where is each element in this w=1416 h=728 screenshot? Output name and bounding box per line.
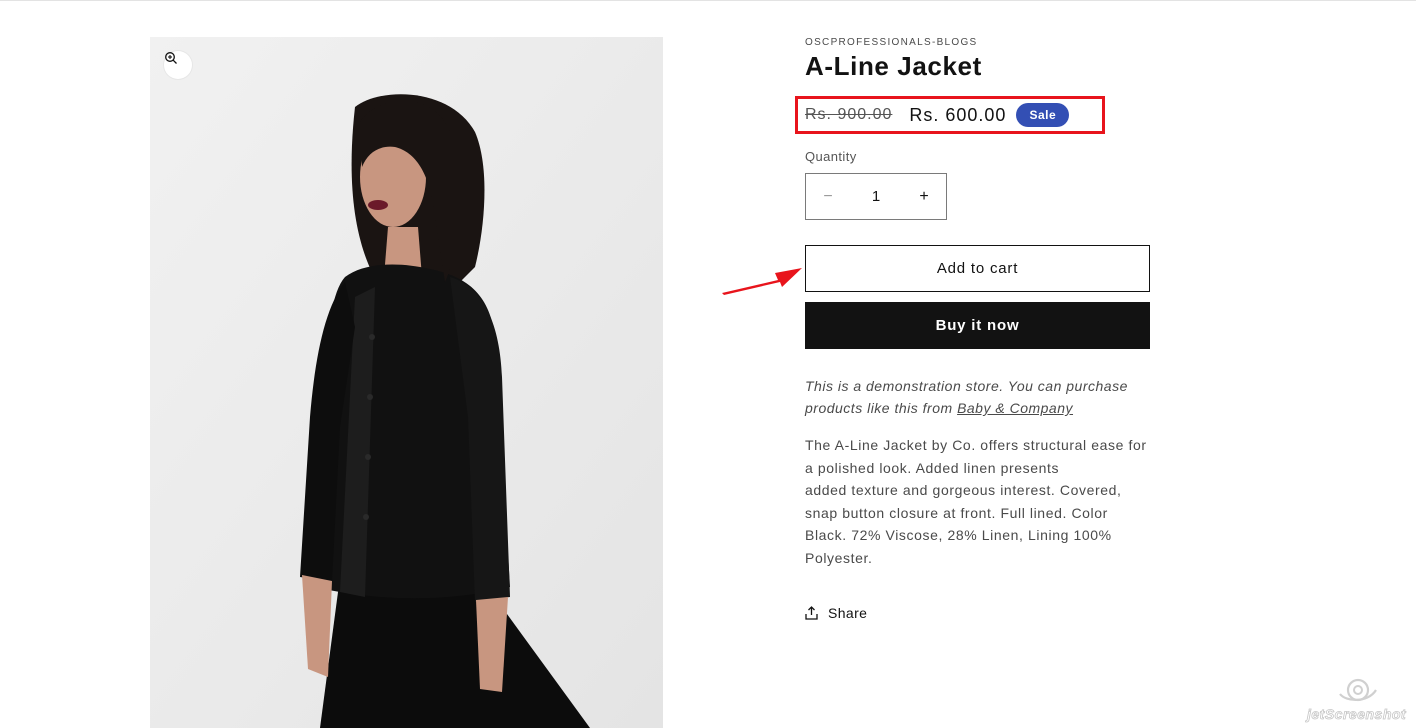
quantity-decrease-button[interactable]: −: [806, 174, 850, 219]
description-line: Black. 72% Viscose, 28% Linen, Lining 10…: [805, 527, 1112, 543]
product-title: A-Line Jacket: [805, 51, 982, 81]
description-line: Polyester.: [805, 549, 873, 566]
baby-company-link[interactable]: Baby & Company: [957, 400, 1073, 416]
quantity-increase-button[interactable]: +: [902, 174, 946, 219]
description-line: The A-Line Jacket by Co. offers structur…: [805, 437, 1147, 453]
price-highlight-box: [795, 96, 1105, 134]
quantity-stepper: − +: [805, 173, 947, 220]
product-description: The A-Line Jacket by Co. offers structur…: [805, 434, 1150, 569]
quantity-label: Quantity: [805, 149, 857, 164]
share-label: Share: [828, 605, 868, 621]
demo-store-note: This is a demonstration store. You can p…: [805, 375, 1150, 419]
zoom-in-icon: [165, 52, 177, 64]
zoom-button[interactable]: [164, 51, 192, 79]
description-line: snap button closure at front. Full lined…: [805, 504, 1108, 521]
description-line: added texture and gorgeous interest. Cov…: [805, 482, 1122, 498]
quantity-input[interactable]: [856, 188, 896, 205]
description-line: a polished look. Added linen presents: [805, 459, 1060, 476]
product-vendor: OSCPROFESSIONALS-BLOGS: [805, 37, 978, 48]
add-to-cart-button[interactable]: Add to cart: [805, 245, 1150, 292]
share-icon: [805, 606, 818, 620]
product-image[interactable]: [150, 37, 663, 728]
watermark-text: jetScreenshot: [1307, 706, 1407, 723]
arrow-icon: [722, 268, 802, 295]
header-divider: [0, 0, 1416, 1]
watermark-logo-icon: [1339, 678, 1377, 702]
share-button[interactable]: Share: [805, 605, 867, 621]
buy-now-button[interactable]: Buy it now: [805, 302, 1150, 349]
product-photo: [150, 37, 663, 728]
